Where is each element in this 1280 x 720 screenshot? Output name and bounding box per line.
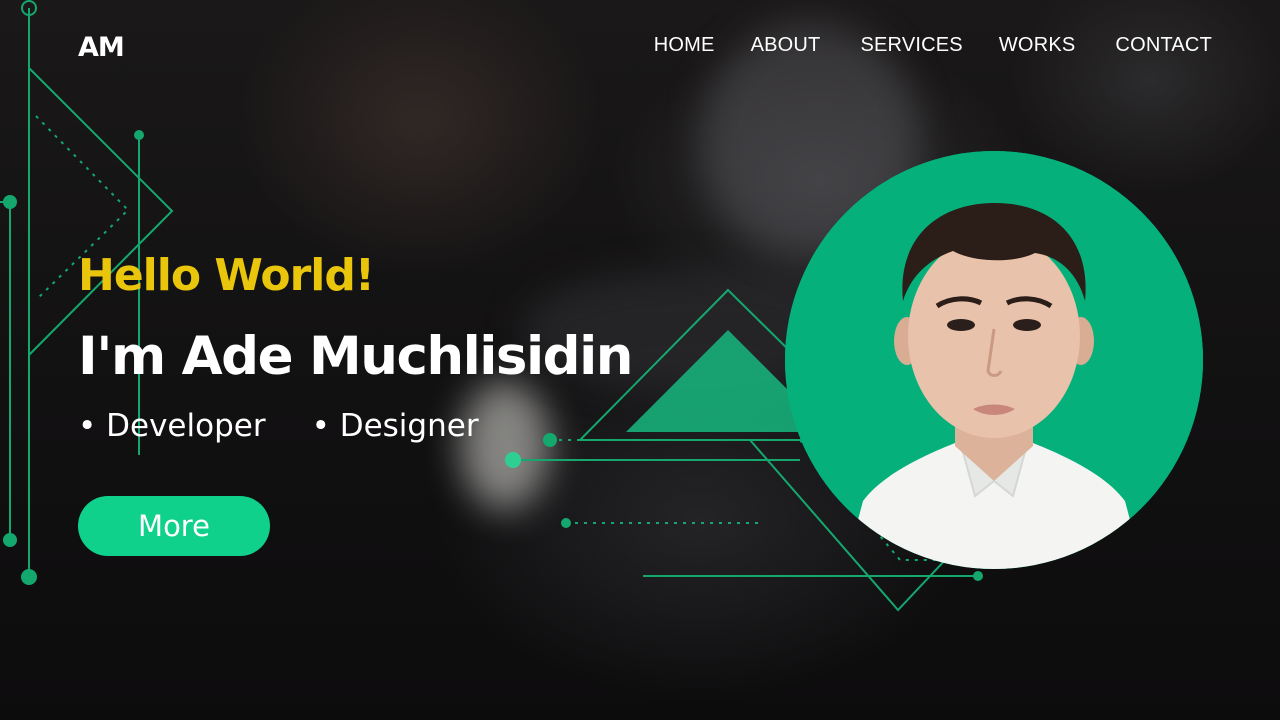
hero-name: I'm Ade Muchlisidin bbox=[78, 326, 633, 387]
hero-greeting: Hello World! bbox=[78, 250, 375, 301]
hero-section: AM HOME ABOUT SERVICES WORKS CONTACT Hel… bbox=[0, 0, 1280, 720]
nav-item-about[interactable]: ABOUT bbox=[751, 34, 821, 57]
main-nav: HOME ABOUT SERVICES WORKS CONTACT bbox=[654, 34, 1212, 57]
nav-item-contact[interactable]: CONTACT bbox=[1115, 34, 1212, 57]
more-button[interactable]: More bbox=[78, 496, 270, 556]
profile-photo-illustration bbox=[785, 151, 1203, 569]
nav-item-services[interactable]: SERVICES bbox=[860, 34, 962, 57]
nav-item-home[interactable]: HOME bbox=[654, 34, 715, 57]
hero-roles: • Developer • Designer bbox=[78, 408, 525, 444]
brand-logo[interactable]: AM bbox=[78, 32, 125, 63]
nav-item-works[interactable]: WORKS bbox=[999, 34, 1076, 57]
background-blur-highlight bbox=[460, 380, 550, 510]
role-developer: • Developer bbox=[78, 408, 266, 444]
role-designer: • Designer bbox=[311, 408, 479, 444]
profile-photo bbox=[785, 151, 1203, 569]
